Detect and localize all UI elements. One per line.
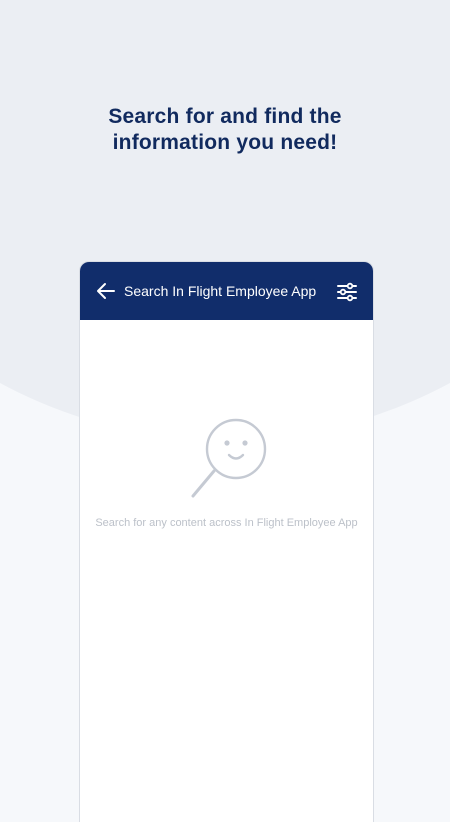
back-button[interactable]: [94, 279, 118, 303]
app-screen-mockup: Search In Flight Employee App Search for…: [79, 261, 374, 822]
app-bar: Search In Flight Employee App: [80, 262, 373, 320]
promo-headline-line1: Search for and find the: [108, 105, 342, 128]
app-bar-title: Search In Flight Employee App: [124, 283, 317, 299]
smiling-magnifier-icon: [191, 418, 267, 498]
empty-state-illustration: [183, 417, 273, 507]
sliders-icon: [337, 282, 357, 302]
filter-button[interactable]: [335, 280, 359, 304]
promo-headline-line2: information you need!: [112, 131, 338, 154]
arrow-left-icon: [97, 283, 115, 299]
empty-state-message: Search for any content across In Flight …: [95, 517, 358, 529]
promo-headline: Search for and find the information you …: [0, 104, 450, 156]
